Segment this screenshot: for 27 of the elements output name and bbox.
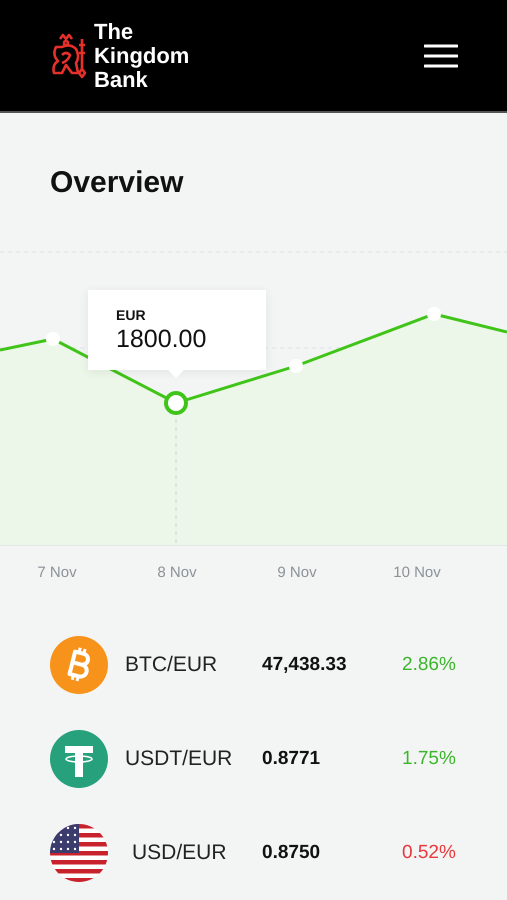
data-point[interactable] [427,307,441,321]
tooltip-currency: EUR [116,307,147,323]
tooltip-value: 1800.00 [116,325,208,354]
axis-label: 7 Nov [36,564,78,581]
menu-icon[interactable] [424,44,458,68]
axis-label: 9 Nov [276,564,318,581]
rate-change: 1.75% [402,748,456,770]
brand-name: The [94,20,134,44]
rate-price: 47,438.33 [262,654,348,676]
rate-price: 0.8750 [262,842,322,864]
brand-name: Bank [94,68,148,92]
lion-logo-icon [50,32,88,78]
brand-name: Kingdom [94,44,190,68]
bitcoin-icon [50,636,108,694]
axis-label: 8 Nov [156,564,198,581]
rate-change: 2.86% [402,654,456,676]
currency-pair: USD/EUR [132,841,228,865]
data-point[interactable] [46,332,60,346]
page-title: Overview [50,166,184,200]
selected-data-point[interactable] [164,391,188,415]
currency-pair: BTC/EUR [125,653,218,677]
axis-label: 10 Nov [392,564,442,581]
data-point[interactable] [289,359,303,373]
rate-price: 0.8771 [262,748,322,770]
tether-icon [50,730,108,788]
currency-pair: USDT/EUR [125,747,234,771]
rate-change: 0.52% [402,842,456,864]
